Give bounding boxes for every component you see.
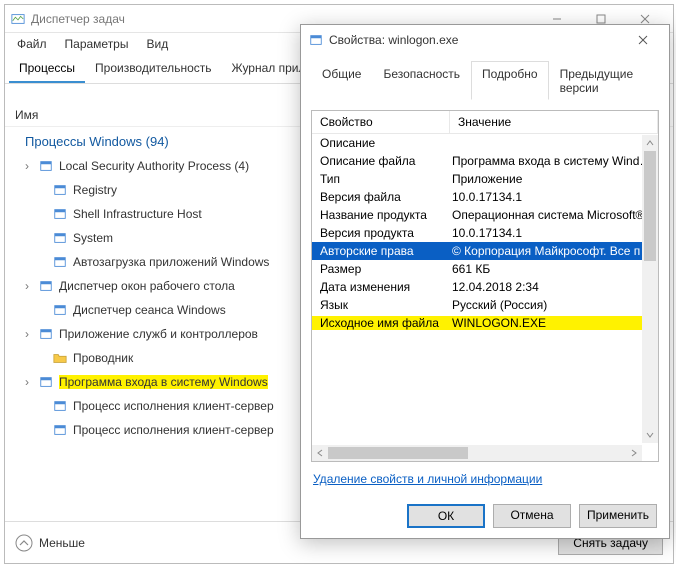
process-label: Процесс исполнения клиент-сервер: [73, 423, 274, 437]
property-name: Дата изменения: [312, 280, 450, 294]
vertical-scrollbar[interactable]: [642, 135, 658, 443]
property-value: Программа входа в систему Windows: [450, 154, 658, 168]
property-row[interactable]: ЯзыкРусский (Россия): [312, 296, 658, 314]
tab-previous-versions[interactable]: Предыдущие версии: [549, 61, 659, 100]
scroll-track[interactable]: [642, 151, 658, 427]
property-value: 10.0.17134.1: [450, 226, 658, 240]
expand-chevron-icon[interactable]: ›: [21, 375, 33, 389]
scroll-up-icon[interactable]: [642, 135, 658, 151]
properties-dialog: Свойства: winlogon.exe Общие Безопасност…: [300, 24, 670, 539]
application-icon: [53, 399, 67, 413]
scroll-right-icon[interactable]: [626, 445, 642, 461]
property-name: Название продукта: [312, 208, 450, 222]
property-row[interactable]: Дата изменения12.04.2018 2:34: [312, 278, 658, 296]
properties-table-header: Свойство Значение: [312, 111, 658, 134]
application-icon: [53, 423, 67, 437]
process-label: Диспетчер сеанса Windows: [73, 303, 226, 317]
application-icon: [39, 375, 53, 389]
fewer-details-label: Меньше: [39, 536, 85, 550]
tab-details[interactable]: Подробно: [471, 61, 549, 100]
property-name: Авторские права: [312, 244, 450, 258]
property-name: Размер: [312, 262, 450, 276]
menu-view[interactable]: Вид: [138, 35, 176, 53]
process-label: Shell Infrastructure Host: [73, 207, 202, 221]
cancel-button[interactable]: Отмена: [493, 504, 571, 528]
expand-chevron-icon[interactable]: ›: [21, 327, 33, 341]
property-row[interactable]: Название продуктаОперационная система Mi…: [312, 206, 658, 224]
property-value: Приложение: [450, 172, 658, 186]
task-manager-icon: [11, 12, 25, 26]
horizontal-scrollbar[interactable]: [312, 445, 642, 461]
property-row[interactable]: Авторские права© Корпорация Майкрософт. …: [312, 242, 658, 260]
property-value: 12.04.2018 2:34: [450, 280, 658, 294]
property-value: Операционная система Microsoft® W…: [450, 208, 658, 222]
property-row[interactable]: Версия продукта10.0.17134.1: [312, 224, 658, 242]
properties-tabs: Общие Безопасность Подробно Предыдущие в…: [311, 61, 659, 100]
scroll-thumb[interactable]: [644, 151, 656, 261]
expand-chevron-icon[interactable]: ›: [21, 279, 33, 293]
property-name: Версия продукта: [312, 226, 450, 240]
application-icon: [53, 303, 67, 317]
properties-titlebar[interactable]: Свойства: winlogon.exe: [301, 25, 669, 55]
folder-icon: [53, 351, 67, 365]
section-label: Описание: [312, 136, 450, 150]
scroll-down-icon[interactable]: [642, 427, 658, 443]
tab-processes[interactable]: Процессы: [9, 55, 85, 83]
property-name: Язык: [312, 298, 450, 312]
process-label: Процесс исполнения клиент-сервер: [73, 399, 274, 413]
apply-button[interactable]: Применить: [579, 504, 657, 528]
properties-title: Свойства: winlogon.exe: [329, 33, 621, 47]
application-icon: [53, 183, 67, 197]
process-label: System: [73, 231, 113, 245]
property-row[interactable]: ТипПриложение: [312, 170, 658, 188]
application-icon: [53, 255, 67, 269]
property-row[interactable]: Размер661 КБ: [312, 260, 658, 278]
menu-file[interactable]: Файл: [9, 35, 55, 53]
tab-general[interactable]: Общие: [311, 61, 372, 100]
application-icon: [39, 327, 53, 341]
property-value: © Корпорация Майкрософт. Все пра…: [450, 244, 658, 258]
property-name: Описание файла: [312, 154, 450, 168]
application-icon: [53, 231, 67, 245]
tab-performance[interactable]: Производительность: [85, 55, 221, 83]
process-label: Приложение служб и контроллеров: [59, 327, 258, 341]
properties-section-description: Описание: [312, 134, 658, 152]
property-name: Версия файла: [312, 190, 450, 204]
fewer-details-button[interactable]: Меньше: [15, 534, 85, 552]
property-name: Исходное имя файла: [312, 316, 450, 330]
process-label: Registry: [73, 183, 117, 197]
process-label: Local Security Authority Process (4): [59, 159, 249, 173]
properties-content: Общие Безопасность Подробно Предыдущие в…: [301, 55, 669, 486]
application-icon: [39, 279, 53, 293]
process-label: Проводник: [73, 351, 133, 365]
properties-table: Свойство Значение Описание Описание файл…: [311, 110, 659, 462]
application-icon: [53, 207, 67, 221]
property-value: Русский (Россия): [450, 298, 658, 312]
hscroll-track[interactable]: [328, 445, 626, 461]
hscroll-thumb[interactable]: [328, 447, 468, 459]
properties-footer: ОК Отмена Применить: [407, 504, 657, 528]
process-label: Программа входа в систему Windows: [59, 375, 268, 389]
column-property[interactable]: Свойство: [312, 111, 450, 133]
properties-close-button[interactable]: [621, 26, 665, 54]
executable-icon: [309, 33, 323, 47]
property-name: Тип: [312, 172, 450, 186]
process-label: Диспетчер окон рабочего стола: [59, 279, 235, 293]
property-value: 10.0.17134.1: [450, 190, 658, 204]
chevron-up-circle-icon: [15, 534, 33, 552]
menu-options[interactable]: Параметры: [57, 35, 137, 53]
property-row[interactable]: Версия файла10.0.17134.1: [312, 188, 658, 206]
property-value: 661 КБ: [450, 262, 658, 276]
scroll-left-icon[interactable]: [312, 445, 328, 461]
remove-properties-link[interactable]: Удаление свойств и личной информации: [313, 472, 542, 486]
process-label: Автозагрузка приложений Windows: [73, 255, 269, 269]
column-value[interactable]: Значение: [450, 111, 658, 133]
expand-chevron-icon[interactable]: ›: [21, 159, 33, 173]
ok-button[interactable]: ОК: [407, 504, 485, 528]
application-icon: [39, 159, 53, 173]
property-value: WINLOGON.EXE: [450, 316, 658, 330]
property-row[interactable]: Описание файлаПрограмма входа в систему …: [312, 152, 658, 170]
tab-security[interactable]: Безопасность: [372, 61, 471, 100]
property-row[interactable]: Исходное имя файлаWINLOGON.EXE: [312, 314, 658, 332]
